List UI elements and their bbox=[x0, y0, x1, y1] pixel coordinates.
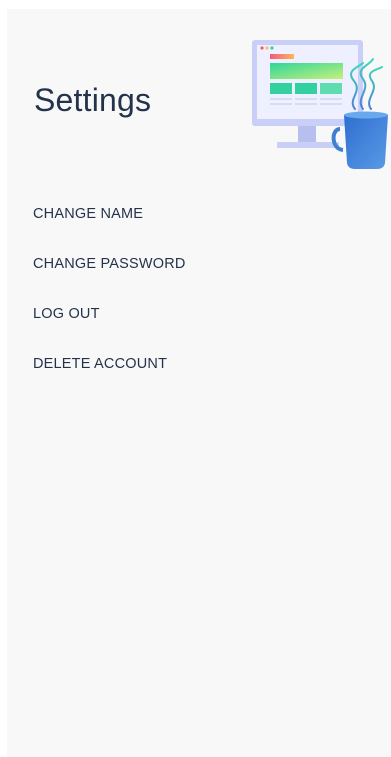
log-out-button[interactable]: LOG OUT bbox=[33, 303, 353, 353]
settings-screen: Settings CHANGE NAME CHANGE PASSWORD LOG… bbox=[7, 9, 391, 757]
page-title: Settings bbox=[34, 82, 152, 118]
change-name-button[interactable]: CHANGE NAME bbox=[33, 203, 353, 253]
delete-account-button[interactable]: DELETE ACCOUNT bbox=[33, 353, 353, 403]
desktop-coffee-illustration bbox=[252, 40, 388, 169]
change-password-button[interactable]: CHANGE PASSWORD bbox=[33, 253, 353, 303]
settings-menu: CHANGE NAME CHANGE PASSWORD LOG OUT DELE… bbox=[33, 203, 353, 403]
